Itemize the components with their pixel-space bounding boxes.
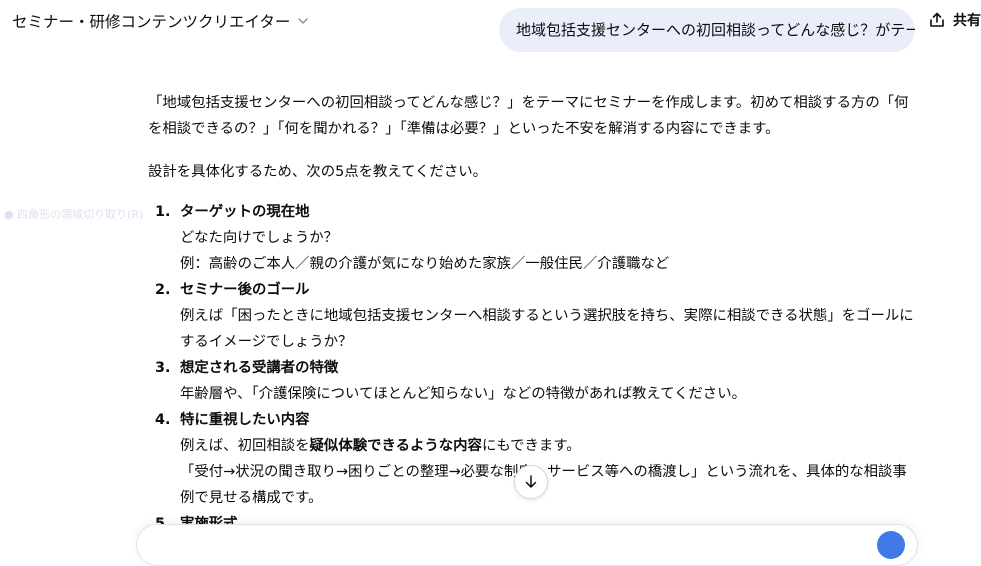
list-item: 3. 想定される受講者の特徴 年齢層や、「介護保険についてほとんど知らない」など… xyxy=(148,355,920,407)
text-segment: にもできます。 xyxy=(481,438,581,454)
chevron-down-icon xyxy=(298,18,309,24)
message-composer[interactable] xyxy=(136,524,918,566)
bold-text: 疑似体験できるような内容 xyxy=(309,438,482,454)
list-item-title: ターゲットの現在地 xyxy=(180,204,310,220)
list-item-text: どなた向けでしょうか？ xyxy=(180,230,339,246)
list-number: 4. xyxy=(155,412,171,428)
list-number: 1. xyxy=(155,204,171,220)
scroll-to-bottom-button[interactable] xyxy=(514,465,548,499)
list-item: 2. セミナー後のゴール 例えば「困ったときに地域包括支援センターへ相談するとい… xyxy=(148,277,920,355)
overlay-snip-hint: ● 四角形の領域切り取り(R) xyxy=(4,208,144,221)
list-item: 1. ターゲットの現在地 どなた向けでしょうか？ 例：高齢のご本人／親の介護が気… xyxy=(148,199,920,277)
list-item-text: 「受付→状況の聞き取り→困りごとの整理→必要な制度・サービス等への橋渡し」という… xyxy=(180,464,907,506)
list-item-text: 例：高齢のご本人／親の介護が気になり始めた家族／一般住民／介護職など xyxy=(180,256,670,272)
list-number: 3. xyxy=(155,360,171,376)
assistant-question: 設計を具体化するため、次の5点を教えてください。 xyxy=(148,164,487,180)
gpt-title: セミナー・研修コンテンツクリエイター xyxy=(12,13,291,31)
share-label: 共有 xyxy=(953,13,981,29)
list-item-text: 年齢層や、「介護保険についてほとんど知らない」などの特徴があれば教えてください。 xyxy=(180,386,746,402)
list-item-text: 例えば、初回相談を疑似体験できるような内容にもできます。 xyxy=(180,433,920,459)
text-segment: 例えば、初回相談を xyxy=(180,438,310,454)
list-item-text: 例えば「困ったときに地域包括支援センターへ相談するという選択肢を持ち、実際に相談… xyxy=(180,308,914,350)
gpt-title-dropdown[interactable]: セミナー・研修コンテンツクリエイター xyxy=(12,10,309,32)
list-item-title: 特に重視したい内容 xyxy=(180,412,310,428)
assistant-intro: 「地域包括支援センターへの初回相談ってどんな感じ？」をテーマにセミナーを作成しま… xyxy=(148,95,909,137)
arrow-down-icon xyxy=(525,475,537,488)
user-message-bubble: 地域包括支援センターへの初回相談ってどんな感じ？がテーマ xyxy=(499,8,915,52)
share-icon xyxy=(930,12,944,27)
send-icon[interactable] xyxy=(877,531,905,559)
list-number: 2. xyxy=(155,282,171,298)
list-item-title: 想定される受講者の特徴 xyxy=(180,360,339,376)
share-button[interactable]: 共有 xyxy=(928,10,981,30)
list-item-title: セミナー後のゴール xyxy=(180,282,310,298)
